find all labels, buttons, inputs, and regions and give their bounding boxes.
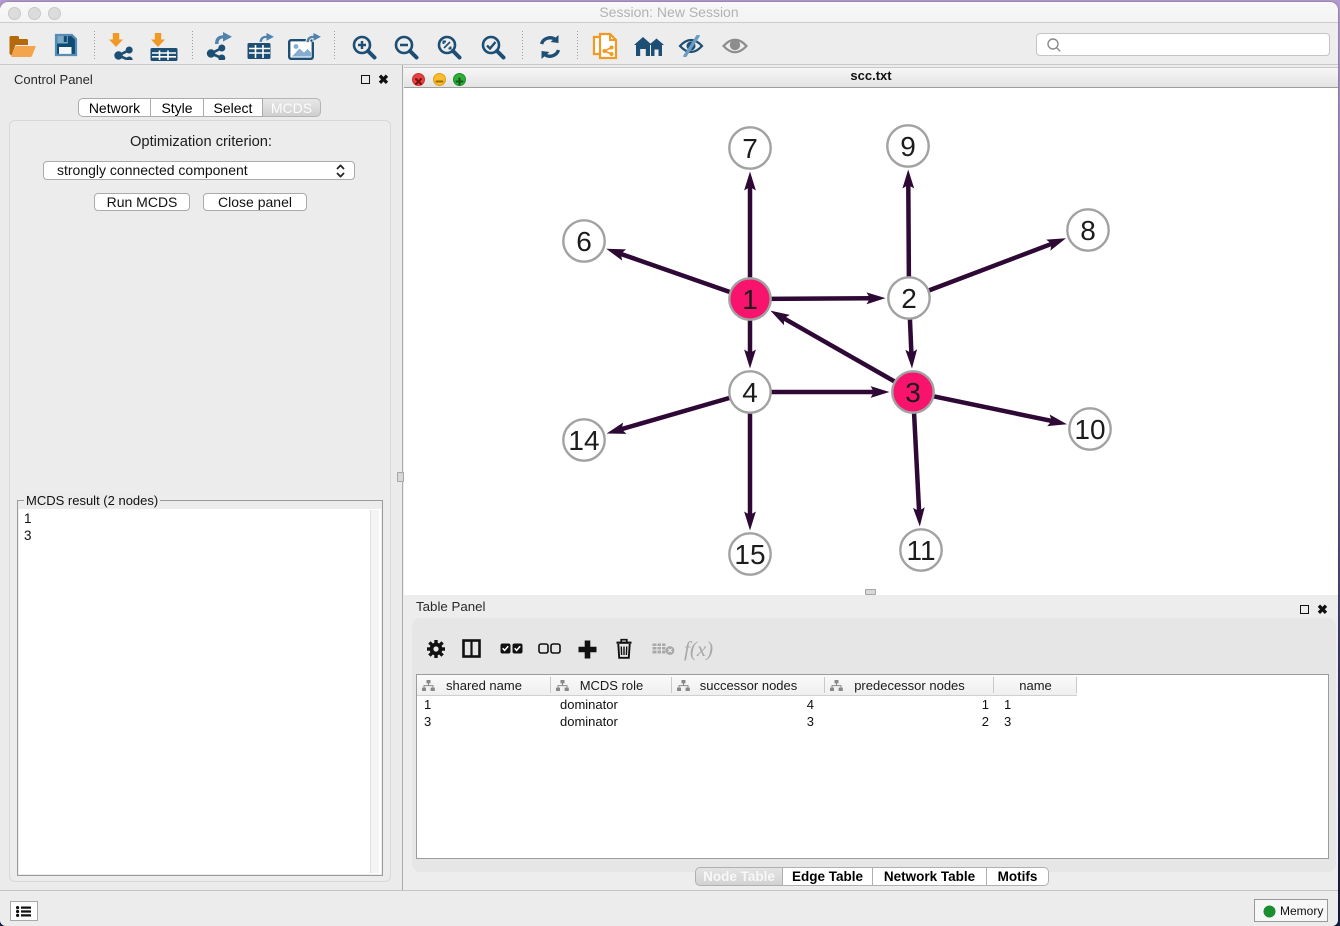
- svg-text:3: 3: [905, 377, 921, 408]
- svg-text:6: 6: [576, 226, 592, 257]
- svg-text:4: 4: [742, 377, 758, 408]
- svg-text:11: 11: [906, 535, 935, 566]
- svg-text:1: 1: [742, 284, 758, 315]
- svg-text:15: 15: [734, 539, 765, 570]
- svg-text:10: 10: [1074, 414, 1105, 445]
- svg-text:7: 7: [742, 133, 758, 164]
- svg-text:2: 2: [901, 283, 917, 314]
- svg-text:8: 8: [1080, 215, 1096, 246]
- svg-text:14: 14: [568, 425, 599, 456]
- svg-text:9: 9: [900, 131, 916, 162]
